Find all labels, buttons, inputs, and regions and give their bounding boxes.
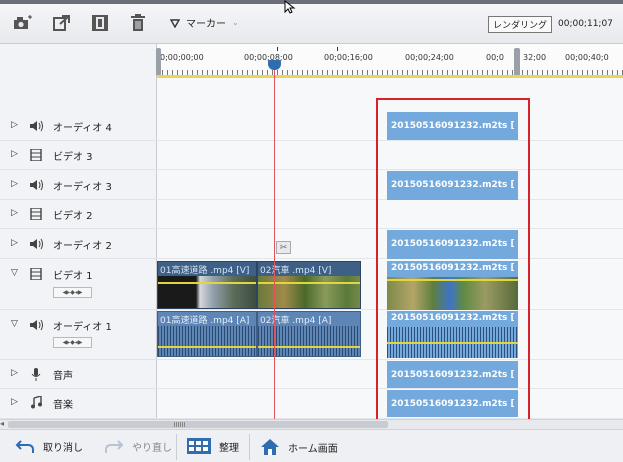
export-arrow-icon[interactable] — [52, 13, 72, 33]
track-name: オーディオ 3 — [53, 182, 112, 193]
marker-dropdown[interactable]: マーカー ⌄ — [170, 15, 239, 30]
scroll-left-arrow-icon[interactable]: ◂ — [0, 419, 4, 428]
clip-label: 02汽車 .mp4 [V] — [260, 266, 332, 276]
top-toolbar: マーカー ⌄ レンダリング 00;00;11;07 — [0, 0, 623, 44]
expand-triangle-icon[interactable]: ▷ — [11, 208, 18, 218]
save-icon[interactable] — [90, 13, 110, 33]
track-name: オーディオ 1 — [53, 322, 112, 333]
speaker-icon — [29, 179, 43, 191]
track-header-video-2[interactable]: ▷ ビデオ 2 — [0, 200, 157, 229]
track-name: ビデオ 1 — [53, 271, 93, 282]
home-icon — [261, 439, 279, 455]
organize-button[interactable]: 整理 — [187, 438, 239, 454]
music-note-icon — [29, 395, 43, 408]
volume-line — [158, 346, 256, 348]
expand-triangle-icon[interactable]: ▷ — [11, 397, 18, 407]
track-name: オーディオ 4 — [53, 123, 112, 134]
ruler-tick-label: 00;00;40;0 — [565, 53, 609, 62]
expand-triangle-icon[interactable]: ▷ — [11, 149, 18, 159]
work-area-bar — [157, 75, 623, 77]
redo-button[interactable]: やり直し — [104, 438, 172, 454]
track-header-audio-3[interactable]: ▷ オーディオ 3 — [0, 170, 157, 200]
ruler-tick-label: 0;00;00;00 — [160, 53, 204, 62]
track-header-audio-1[interactable]: ▽ オーディオ 1 ◀▸◆◂▶ — [0, 310, 157, 360]
organize-label: 整理 — [219, 442, 239, 454]
film-icon — [29, 268, 43, 280]
speaker-icon — [29, 120, 43, 132]
expand-triangle-icon[interactable]: ▷ — [11, 238, 18, 248]
collapse-triangle-icon[interactable]: ▽ — [11, 268, 18, 278]
ruler-tick-label: 00;0 — [486, 53, 504, 62]
timeline-clip-audio-1-train[interactable]: 02汽車 .mp4 [A] — [257, 311, 361, 357]
timeline-clip-video-1-train[interactable]: 02汽車 .mp4 [V] — [257, 261, 361, 309]
track-name: ビデオ 3 — [53, 152, 93, 163]
video-thumbnail — [158, 276, 256, 308]
expand-triangle-icon[interactable]: ▷ — [11, 120, 18, 130]
ruler-major-tick — [337, 47, 338, 51]
timeline-ruler[interactable]: 0;00;00;00 00;00;08;00 00;00;16;00 00;00… — [156, 44, 623, 78]
clip-label: 01高速道路 .mp4 [V] — [160, 266, 250, 276]
clip-label: 02汽車 .mp4 [A] — [260, 316, 332, 326]
playhead-line — [274, 60, 275, 419]
home-screen-button[interactable]: ホーム画面 — [260, 438, 338, 456]
undo-button[interactable]: 取り消し — [15, 438, 83, 454]
track-name: オーディオ 2 — [53, 241, 112, 252]
track-name: ビデオ 2 — [53, 211, 93, 222]
expand-triangle-icon[interactable]: ▷ — [11, 368, 18, 378]
chevron-down-icon: ⌄ — [232, 18, 239, 27]
undo-arrow-icon — [15, 440, 34, 453]
ruler-tick-label: 00;00;16;00 — [324, 53, 373, 62]
expand-triangle-icon[interactable]: ▷ — [11, 179, 18, 189]
track-name: 音声 — [53, 371, 73, 382]
timeline-clip-audio-1-highway[interactable]: 01高速道路 .mp4 [A] — [157, 311, 257, 357]
track-header-video-1[interactable]: ▽ ビデオ 1 ◀▸◆◂▶ — [0, 259, 157, 310]
render-button[interactable]: レンダリング — [488, 16, 552, 33]
clip-yellow-line — [158, 282, 256, 284]
scrollbar-thumb[interactable] — [8, 421, 388, 428]
redo-label: やり直し — [132, 442, 172, 454]
track-header-audio-4[interactable]: ▷ オーディオ 4 — [0, 112, 157, 141]
collapse-triangle-icon[interactable]: ▽ — [11, 319, 18, 329]
ruler-major-tick — [277, 47, 278, 51]
organize-grid-icon — [187, 438, 211, 454]
window-top-border — [0, 0, 623, 4]
redo-arrow-icon — [105, 440, 124, 453]
microphone-icon — [29, 367, 43, 381]
track-header-video-3[interactable]: ▷ ビデオ 3 — [0, 141, 157, 170]
trash-icon[interactable] — [128, 13, 148, 33]
ruler-tick-label: 00;00;24;00 — [405, 53, 454, 62]
track-header-voice[interactable]: ▷ 音声 — [0, 360, 157, 389]
home-label: ホーム画面 — [288, 443, 338, 455]
undo-label: 取り消し — [43, 442, 83, 454]
scroll-grip — [174, 422, 186, 427]
audio-waveform — [158, 326, 256, 356]
speaker-icon — [29, 238, 43, 250]
track-nav-controls[interactable]: ◀▸◆◂▶ — [53, 337, 92, 348]
ruler-tick-label: 32;00 — [523, 53, 547, 62]
divider — [249, 434, 250, 460]
mouse-cursor-icon — [284, 0, 296, 17]
marker-triangle-icon — [170, 18, 180, 28]
track-header-music[interactable]: ▷ 音楽 — [0, 389, 157, 419]
track-nav-controls[interactable]: ◀▸◆◂▶ — [53, 287, 92, 298]
snapshot-camera-icon[interactable] — [12, 13, 32, 33]
timeline-clip-video-1-highway[interactable]: 01高速道路 .mp4 [V] — [157, 261, 257, 309]
horizontal-scrollbar[interactable]: ◂ — [0, 419, 623, 429]
clip-label: 01高速道路 .mp4 [A] — [160, 316, 250, 326]
film-icon — [29, 208, 43, 220]
timecode-display: 00;00;11;07 — [558, 19, 613, 29]
film-icon — [29, 149, 43, 161]
selection-highlight-box — [376, 98, 530, 425]
bottom-toolbar: 取り消し やり直し 整理 ホーム画面 — [0, 429, 623, 462]
speaker-icon — [29, 319, 43, 331]
work-area-start-handle[interactable] — [156, 48, 161, 76]
scissors-icon[interactable]: ✂ — [276, 241, 291, 254]
marker-label: マーカー — [186, 19, 226, 30]
track-name: 音楽 — [53, 400, 73, 411]
divider — [176, 434, 177, 460]
work-area-end-handle[interactable] — [514, 48, 520, 76]
track-header-audio-2[interactable]: ▷ オーディオ 2 — [0, 229, 157, 259]
